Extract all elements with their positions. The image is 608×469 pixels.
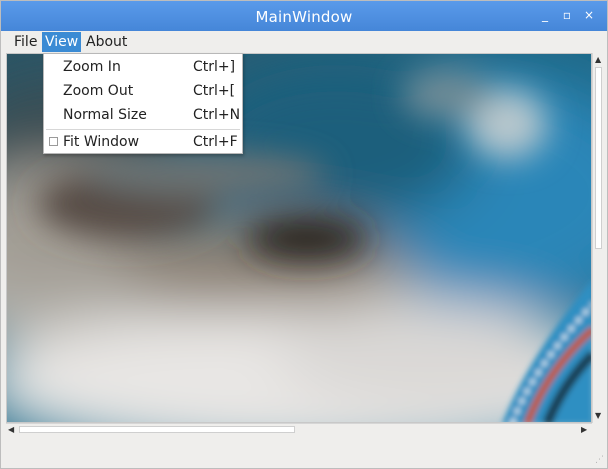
menu-item-label: Zoom Out [63,83,134,99]
menu-item-zoom-in[interactable]: Zoom In Ctrl+] [44,56,242,78]
menu-item-shortcut: Ctrl+F [193,134,238,150]
title-bar[interactable]: MainWindow _ ▫ × [1,1,607,31]
window-title: MainWindow [255,8,353,26]
checkbox-icon[interactable] [49,137,58,146]
menu-item-label: Zoom In [63,59,121,75]
menu-file[interactable]: File [11,32,40,52]
arrow-down-icon[interactable]: ▼ [595,411,601,421]
minimize-icon[interactable]: _ [537,7,553,23]
menu-item-shortcut: Ctrl+] [193,59,236,75]
arrow-left-icon[interactable]: ◀ [8,425,14,435]
menu-item-fit-window[interactable]: Fit Window Ctrl+F [44,131,242,153]
menu-item-shortcut: Ctrl+[ [193,83,236,99]
menu-item-label: Normal Size [63,107,147,123]
menu-separator [46,129,240,130]
vertical-scroll-thumb[interactable] [595,67,602,249]
menu-bar: File View About [1,31,607,53]
menu-item-normal-size[interactable]: Normal Size Ctrl+N [44,104,242,126]
horizontal-scrollbar[interactable]: ◀ ▶ [6,423,592,435]
size-grip-icon[interactable]: ⋰ [595,455,604,465]
status-bar: ⋰ [1,436,607,468]
horizontal-scroll-thumb[interactable] [19,426,295,433]
menu-item-label: Fit Window [63,134,140,150]
menu-item-zoom-out[interactable]: Zoom Out Ctrl+[ [44,80,242,102]
maximize-icon[interactable]: ▫ [559,7,575,23]
arrow-right-icon[interactable]: ▶ [581,425,587,435]
vertical-scrollbar[interactable]: ▲ ▼ [592,53,604,423]
view-menu-dropdown: Zoom In Ctrl+] Zoom Out Ctrl+[ Normal Si… [43,53,243,154]
main-window: MainWindow _ ▫ × File View About ▲ ▼ ◀ ▶… [0,0,608,469]
menu-about[interactable]: About [83,32,130,52]
arrow-up-icon[interactable]: ▲ [595,55,601,65]
close-icon[interactable]: × [581,7,597,23]
menu-item-shortcut: Ctrl+N [193,107,241,123]
menu-view[interactable]: View [42,32,82,52]
